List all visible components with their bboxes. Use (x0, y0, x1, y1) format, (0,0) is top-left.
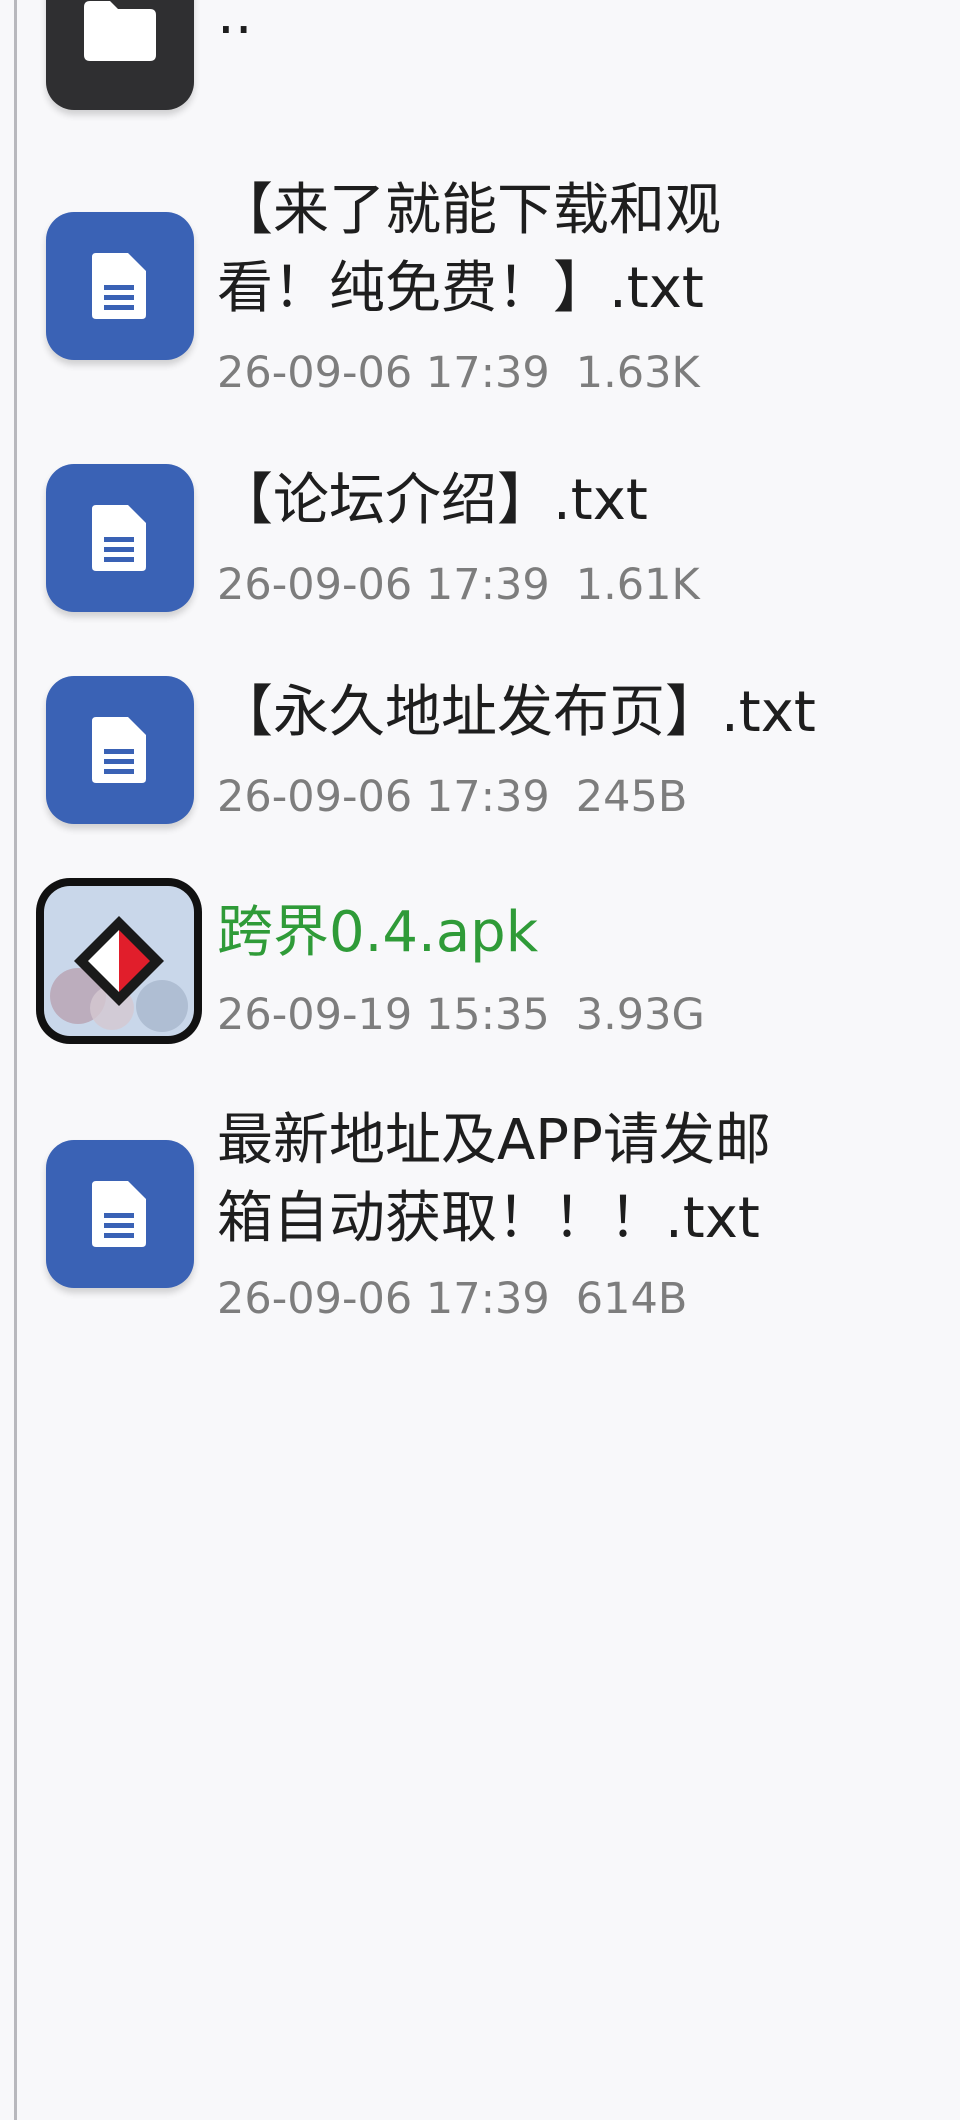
file-name: 【论坛介绍】.txt (217, 468, 648, 533)
file-meta: 26-09-06 17:39 1.63K (217, 346, 700, 400)
file-meta: 26-09-19 15:35 3.93G (217, 988, 705, 1042)
file-date: 26-09-06 17:39 (217, 560, 550, 610)
file-row[interactable]: 【论坛介绍】.txt 26-09-06 17:39 1.61K (0, 464, 960, 614)
document-icon (46, 676, 194, 824)
file-row[interactable]: 【来了就能下载和观 看！纯免费！】.txt 26-09-06 17:39 1.63… (0, 174, 960, 404)
file-date: 26-09-06 17:39 (217, 772, 550, 822)
file-date: 26-09-06 17:39 (217, 1274, 550, 1324)
parent-folder-label: .. (217, 0, 253, 47)
file-size: 614B (575, 1274, 688, 1324)
file-row-apk[interactable]: 跨界0.4.apk 26-09-19 15:35 3.93G (0, 878, 960, 1048)
file-date: 26-09-19 15:35 (217, 990, 550, 1040)
file-meta: 26-09-06 17:39 614B (217, 1272, 687, 1326)
file-row[interactable]: 最新地址及APP请发邮 箱自动获取！！！.txt 26-09-06 17:39 6… (0, 1104, 960, 1334)
file-meta: 26-09-06 17:39 1.61K (217, 558, 700, 612)
apk-app-icon (36, 878, 202, 1044)
document-icon (46, 212, 194, 360)
document-icon (46, 464, 194, 612)
file-date: 26-09-06 17:39 (217, 348, 550, 398)
file-name: 【永久地址发布页】.txt (217, 680, 816, 745)
apk-file-name: 跨界0.4.apk (217, 900, 539, 965)
file-size: 1.61K (575, 560, 700, 610)
file-name-line-1: 【来了就能下载和观 (217, 178, 721, 243)
file-size: 3.93G (575, 990, 705, 1040)
file-meta: 26-09-06 17:39 245B (217, 770, 687, 824)
document-icon (46, 1140, 194, 1288)
file-name-line-2: 看！纯免费！】.txt (217, 256, 704, 321)
file-row[interactable]: 【永久地址发布页】.txt 26-09-06 17:39 245B (0, 676, 960, 826)
file-name-line-2: 箱自动获取！！！.txt (217, 1186, 760, 1251)
file-browser-screen: .. 【来了就能下载和观 看！纯免费！】.txt 26-09-06 17:39 1… (0, 0, 960, 2120)
file-size: 1.63K (575, 348, 700, 398)
file-name-line-1: 最新地址及APP请发邮 (217, 1108, 771, 1173)
file-size: 245B (575, 772, 688, 822)
folder-icon (46, 0, 194, 110)
parent-folder-row[interactable]: .. (0, 0, 960, 120)
